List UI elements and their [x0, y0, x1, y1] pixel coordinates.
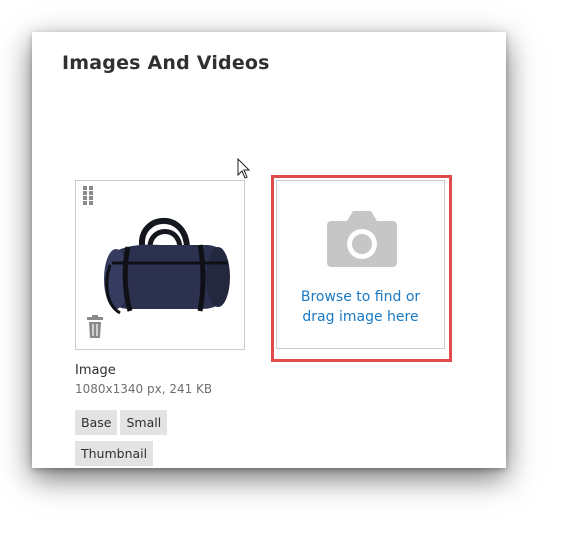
duffel-bag-image — [104, 217, 230, 315]
upload-prompt-text[interactable]: Browse to find or drag image here — [287, 287, 434, 327]
trash-icon[interactable] — [86, 315, 104, 339]
role-tag-small[interactable]: Small — [120, 410, 168, 435]
role-tag-base[interactable]: Base — [75, 410, 118, 435]
image-thumbnail[interactable] — [75, 180, 245, 350]
images-videos-panel: Images And Videos Image 1080x1340 px, 24… — [32, 32, 506, 468]
cursor-icon — [237, 158, 251, 179]
image-label: Image — [75, 363, 116, 378]
section-title: Images And Videos — [62, 52, 270, 74]
image-upload-dropzone[interactable]: Browse to find or drag image here — [276, 180, 445, 349]
drag-handle-icon[interactable] — [83, 186, 93, 206]
image-roles: Base Small Thumbnail — [75, 410, 235, 472]
image-dimensions-size: 1080x1340 px, 241 KB — [75, 382, 213, 396]
role-tag-thumbnail[interactable]: Thumbnail — [75, 441, 154, 466]
upload-prompt-line-1: Browse to find or — [300, 289, 421, 305]
camera-icon — [327, 211, 397, 267]
upload-prompt-line-2: drag image here — [302, 309, 419, 325]
